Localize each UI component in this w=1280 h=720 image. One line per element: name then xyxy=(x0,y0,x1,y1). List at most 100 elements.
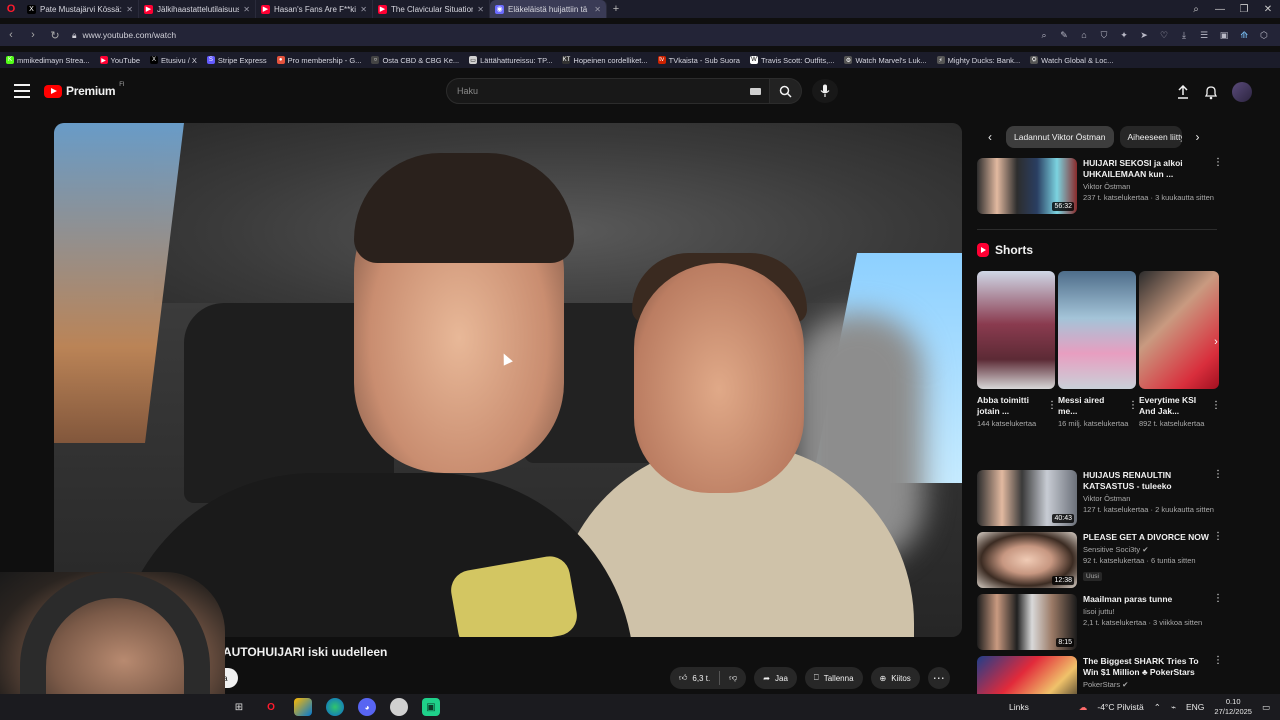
back-icon[interactable]: ‹ xyxy=(0,29,22,41)
minimize-icon[interactable]: — xyxy=(1208,4,1232,15)
weather-text[interactable]: -4°C Pilvistä xyxy=(1097,702,1143,712)
youtube-premium-logo[interactable]: Premium FI xyxy=(44,82,125,98)
short-thumbnail[interactable] xyxy=(1058,271,1136,389)
kebab-menu-icon[interactable] xyxy=(1128,401,1136,411)
bookmark-item[interactable]: tv TVkaista - Sub Suora xyxy=(657,56,740,65)
rec-title[interactable]: HUIJAUS RENAULTIN KATSASTUS - tuleeko aj… xyxy=(1083,470,1221,492)
rec-channel[interactable]: PokerStars ✔ xyxy=(1083,680,1221,689)
bookmark-item[interactable]: S Stripe Express xyxy=(206,56,267,65)
short-title[interactable]: Abba toimitti jotain ... xyxy=(977,395,1043,417)
links-label[interactable]: Links xyxy=(1009,702,1029,712)
browser-tab[interactable]: X Pate Mustajärvi Kössä: "En ✕ xyxy=(22,0,139,18)
list-item[interactable]: 8:15 Maailman paras tunne Iisoi juttu! 2… xyxy=(977,594,1221,650)
voice-search-button[interactable] xyxy=(812,79,838,103)
download-icon[interactable]: ⤓ xyxy=(1174,30,1194,41)
browser-tab[interactable]: ▶ Jälkihaastattelutilaisuus | ✕ xyxy=(139,0,256,18)
rec-channel[interactable]: Sensitive Soci3ty ✔ xyxy=(1083,545,1221,554)
url-text[interactable]: www.youtube.com/watch xyxy=(83,30,177,40)
rec-title[interactable]: PLEASE GET A DIVORCE NOW xyxy=(1083,532,1221,543)
browser-tab[interactable]: ▶ Hasan's Fans Are F**king ✕ xyxy=(256,0,373,18)
short-item[interactable]: Abba toimitti jotain ... 144 katselukert… xyxy=(977,271,1055,429)
new-tab-icon[interactable]: + xyxy=(607,3,625,15)
chips-prev-icon[interactable]: ‹ xyxy=(980,126,1000,148)
close-window-icon[interactable]: ✕ xyxy=(1256,4,1280,15)
kebab-menu-icon[interactable] xyxy=(1213,594,1221,604)
rec-title[interactable]: HUIJARI SEKOSI ja alkoi UHKAILEMAAN kun … xyxy=(1083,158,1221,180)
edge-icon[interactable] xyxy=(326,698,344,716)
network-icon[interactable]: ⌁ xyxy=(1171,702,1176,713)
rec-title[interactable]: The Biggest SHARK Tries To Win $1 Millio… xyxy=(1083,656,1221,678)
short-item[interactable]: Messi aired me... 16 milj. katselukertaa xyxy=(1058,271,1136,429)
shield-icon[interactable]: ⛉ xyxy=(1094,30,1114,41)
short-item[interactable]: Everytime KSI And Jak... 892 t. katseluk… xyxy=(1139,271,1219,429)
forward-icon[interactable]: › xyxy=(22,29,44,41)
hamburger-menu-icon[interactable] xyxy=(14,84,30,98)
bookmark-item[interactable]: Kmmikedimayn Strea... xyxy=(6,56,90,65)
maximize-icon[interactable]: ❐ xyxy=(1232,4,1256,15)
keyboard-icon[interactable] xyxy=(750,88,761,95)
tab-close-icon[interactable]: ✕ xyxy=(594,5,601,14)
url-field[interactable]: 🔒︎ www.youtube.com/watch xyxy=(72,30,176,41)
menu-icon[interactable]: ☰ xyxy=(1194,30,1214,41)
lens-icon[interactable]: ⌕ xyxy=(1034,30,1054,41)
tray-chevron-icon[interactable]: ⌃ xyxy=(1154,702,1161,713)
video-thumbnail[interactable]: 56:32 xyxy=(977,158,1077,214)
short-thumbnail[interactable] xyxy=(1139,271,1219,389)
bookmark-item[interactable]: ▶ YouTube xyxy=(99,56,140,65)
opera-browser-icon[interactable]: O xyxy=(262,698,280,716)
video-thumbnail[interactable]: 12:38 xyxy=(977,532,1077,588)
tab-close-icon[interactable]: ✕ xyxy=(477,5,484,14)
cube-icon[interactable]: ⬡ xyxy=(1254,30,1274,41)
kebab-menu-icon[interactable] xyxy=(1213,656,1221,666)
discord-icon[interactable]: ◕ xyxy=(358,698,376,716)
thanks-button[interactable]: ⊕ Kiitos xyxy=(870,667,920,689)
video-thumbnail[interactable]: 8:15 xyxy=(977,594,1077,650)
chip-related[interactable]: Aiheeseen liitty xyxy=(1119,126,1182,148)
edit-icon[interactable]: ✎ xyxy=(1054,30,1074,41)
dislike-button[interactable]: 👎︎ xyxy=(720,673,746,683)
reload-icon[interactable]: ↻ xyxy=(44,29,66,42)
list-item[interactable]: 56:32 HUIJARI SEKOSI ja alkoi UHKAILEMAA… xyxy=(977,158,1221,214)
bookmark-item[interactable]: ● Pro membership - G... xyxy=(276,56,361,65)
rec-channel[interactable]: Viktor Östman xyxy=(1083,182,1221,191)
kebab-menu-icon[interactable] xyxy=(1047,401,1055,411)
kebab-menu-icon[interactable] xyxy=(1213,532,1221,542)
bookmark-item[interactable]: X Etusivu / X xyxy=(150,56,197,65)
notifications-bell-icon[interactable] xyxy=(1204,85,1218,100)
search-input[interactable]: Haku xyxy=(446,78,770,104)
bookmark-item[interactable]: ▭ Lättähattureissu: TP... xyxy=(469,56,552,65)
share-button[interactable]: ➦ Jaa xyxy=(754,667,797,689)
search-tabs-icon[interactable]: ⌕ xyxy=(1184,4,1208,15)
bookmark-item[interactable]: ⚙ Watch Marvel's Luk... xyxy=(844,56,927,65)
clock[interactable]: 0.10 27/12/2025 xyxy=(1214,697,1252,717)
rec-channel[interactable]: Iisoi juttu! xyxy=(1083,607,1221,616)
opera-logo-icon[interactable]: O xyxy=(0,0,22,18)
spotify-like-icon[interactable]: ▣ xyxy=(422,698,440,716)
tab-close-icon[interactable]: ✕ xyxy=(360,5,367,14)
list-item[interactable]: 12:38 PLEASE GET A DIVORCE NOW Sensitive… xyxy=(977,532,1221,588)
notifications-icon[interactable]: ▭ xyxy=(1262,702,1270,713)
avatar[interactable] xyxy=(1232,82,1252,102)
kebab-menu-icon[interactable] xyxy=(1211,401,1219,411)
shorts-next-icon[interactable]: › xyxy=(1206,332,1226,352)
short-title[interactable]: Everytime KSI And Jak... xyxy=(1139,395,1205,417)
video-thumbnail[interactable]: 40:43 xyxy=(977,470,1077,526)
upload-icon[interactable] xyxy=(1176,85,1190,99)
short-thumbnail[interactable] xyxy=(977,271,1055,389)
language-indicator[interactable]: ENG xyxy=(1186,702,1204,712)
app-icon[interactable] xyxy=(390,698,408,716)
task-view-icon[interactable]: ⊞ xyxy=(230,698,248,716)
bookmark-item[interactable]: KT Hopeinen cordelliket... xyxy=(562,56,648,65)
bookmark-item[interactable]: ⚡ Mighty Ducks: Bank... xyxy=(936,56,1020,65)
short-title[interactable]: Messi aired me... xyxy=(1058,395,1124,417)
like-button[interactable]: 👍︎ 6,3 t. xyxy=(670,673,719,683)
list-item[interactable]: 40:43 HUIJAUS RENAULTIN KATSASTUS - tule… xyxy=(977,470,1221,526)
more-actions-button[interactable]: ⋯ xyxy=(927,667,950,689)
video-player[interactable] xyxy=(54,123,962,637)
heart-icon[interactable]: ♡ xyxy=(1154,30,1174,41)
kebab-menu-icon[interactable] xyxy=(1213,470,1221,480)
bookmark-item[interactable]: ○ Osta CBD & CBG Ke... xyxy=(371,56,459,65)
send-icon[interactable]: ➤ xyxy=(1134,30,1154,41)
kebab-menu-icon[interactable] xyxy=(1213,158,1221,168)
bookmark-item[interactable]: ⛭ Watch Global & Loc... xyxy=(1030,56,1113,65)
